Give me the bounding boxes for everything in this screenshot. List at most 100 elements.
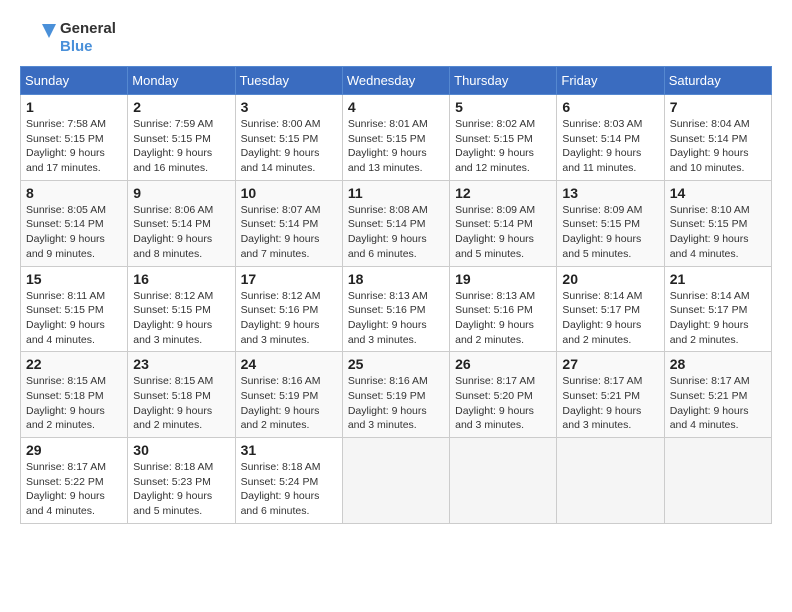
day-info: Sunrise: 8:16 AM Sunset: 5:19 PM Dayligh…: [241, 374, 337, 433]
day-number: 30: [133, 442, 229, 458]
calendar-week-row: 22 Sunrise: 8:15 AM Sunset: 5:18 PM Dayl…: [21, 352, 772, 438]
day-info: Sunrise: 7:59 AM Sunset: 5:15 PM Dayligh…: [133, 117, 229, 176]
calendar-day-cell: 26 Sunrise: 8:17 AM Sunset: 5:20 PM Dayl…: [450, 352, 557, 438]
calendar-day-cell: 6 Sunrise: 8:03 AM Sunset: 5:14 PM Dayli…: [557, 95, 664, 181]
day-number: 27: [562, 356, 658, 372]
day-info: Sunrise: 8:04 AM Sunset: 5:14 PM Dayligh…: [670, 117, 766, 176]
day-info: Sunrise: 8:01 AM Sunset: 5:15 PM Dayligh…: [348, 117, 444, 176]
calendar-day-cell: 2 Sunrise: 7:59 AM Sunset: 5:15 PM Dayli…: [128, 95, 235, 181]
calendar-day-cell: 14 Sunrise: 8:10 AM Sunset: 5:15 PM Dayl…: [664, 180, 771, 266]
calendar-week-row: 1 Sunrise: 7:58 AM Sunset: 5:15 PM Dayli…: [21, 95, 772, 181]
day-info: Sunrise: 8:18 AM Sunset: 5:24 PM Dayligh…: [241, 460, 337, 519]
day-number: 23: [133, 356, 229, 372]
day-number: 9: [133, 185, 229, 201]
calendar-week-row: 29 Sunrise: 8:17 AM Sunset: 5:22 PM Dayl…: [21, 438, 772, 524]
day-number: 18: [348, 271, 444, 287]
calendar-day-cell: 23 Sunrise: 8:15 AM Sunset: 5:18 PM Dayl…: [128, 352, 235, 438]
calendar-day-cell: 9 Sunrise: 8:06 AM Sunset: 5:14 PM Dayli…: [128, 180, 235, 266]
day-info: Sunrise: 8:05 AM Sunset: 5:14 PM Dayligh…: [26, 203, 122, 262]
calendar-table: SundayMondayTuesdayWednesdayThursdayFrid…: [20, 66, 772, 524]
weekday-header-row: SundayMondayTuesdayWednesdayThursdayFrid…: [21, 67, 772, 95]
calendar-day-cell: 31 Sunrise: 8:18 AM Sunset: 5:24 PM Dayl…: [235, 438, 342, 524]
day-number: 4: [348, 99, 444, 115]
day-number: 3: [241, 99, 337, 115]
calendar-week-row: 8 Sunrise: 8:05 AM Sunset: 5:14 PM Dayli…: [21, 180, 772, 266]
calendar-day-cell: 21 Sunrise: 8:14 AM Sunset: 5:17 PM Dayl…: [664, 266, 771, 352]
day-info: Sunrise: 8:15 AM Sunset: 5:18 PM Dayligh…: [133, 374, 229, 433]
calendar-day-cell: 1 Sunrise: 7:58 AM Sunset: 5:15 PM Dayli…: [21, 95, 128, 181]
calendar-week-row: 15 Sunrise: 8:11 AM Sunset: 5:15 PM Dayl…: [21, 266, 772, 352]
day-info: Sunrise: 8:13 AM Sunset: 5:16 PM Dayligh…: [455, 289, 551, 348]
day-number: 12: [455, 185, 551, 201]
day-number: 8: [26, 185, 122, 201]
day-number: 19: [455, 271, 551, 287]
weekday-header: Saturday: [664, 67, 771, 95]
calendar-day-cell: 12 Sunrise: 8:09 AM Sunset: 5:14 PM Dayl…: [450, 180, 557, 266]
calendar-day-cell: [557, 438, 664, 524]
day-info: Sunrise: 8:14 AM Sunset: 5:17 PM Dayligh…: [670, 289, 766, 348]
day-number: 5: [455, 99, 551, 115]
calendar-day-cell: 13 Sunrise: 8:09 AM Sunset: 5:15 PM Dayl…: [557, 180, 664, 266]
day-info: Sunrise: 8:02 AM Sunset: 5:15 PM Dayligh…: [455, 117, 551, 176]
day-info: Sunrise: 8:15 AM Sunset: 5:18 PM Dayligh…: [26, 374, 122, 433]
day-number: 1: [26, 99, 122, 115]
day-number: 25: [348, 356, 444, 372]
day-number: 10: [241, 185, 337, 201]
weekday-header: Friday: [557, 67, 664, 95]
day-number: 2: [133, 99, 229, 115]
day-info: Sunrise: 8:08 AM Sunset: 5:14 PM Dayligh…: [348, 203, 444, 262]
day-number: 28: [670, 356, 766, 372]
day-number: 13: [562, 185, 658, 201]
calendar-day-cell: 19 Sunrise: 8:13 AM Sunset: 5:16 PM Dayl…: [450, 266, 557, 352]
calendar-day-cell: 18 Sunrise: 8:13 AM Sunset: 5:16 PM Dayl…: [342, 266, 449, 352]
calendar-day-cell: 15 Sunrise: 8:11 AM Sunset: 5:15 PM Dayl…: [21, 266, 128, 352]
day-number: 16: [133, 271, 229, 287]
calendar-day-cell: 3 Sunrise: 8:00 AM Sunset: 5:15 PM Dayli…: [235, 95, 342, 181]
calendar-day-cell: [664, 438, 771, 524]
weekday-header: Monday: [128, 67, 235, 95]
day-number: 14: [670, 185, 766, 201]
day-info: Sunrise: 8:03 AM Sunset: 5:14 PM Dayligh…: [562, 117, 658, 176]
calendar-day-cell: 20 Sunrise: 8:14 AM Sunset: 5:17 PM Dayl…: [557, 266, 664, 352]
page-header: General Blue: [20, 20, 772, 56]
weekday-header: Sunday: [21, 67, 128, 95]
calendar-day-cell: 25 Sunrise: 8:16 AM Sunset: 5:19 PM Dayl…: [342, 352, 449, 438]
day-info: Sunrise: 8:06 AM Sunset: 5:14 PM Dayligh…: [133, 203, 229, 262]
day-number: 6: [562, 99, 658, 115]
day-number: 11: [348, 185, 444, 201]
logo-icon: [20, 20, 56, 56]
day-number: 20: [562, 271, 658, 287]
logo-blue: Blue: [60, 38, 116, 56]
calendar-day-cell: 16 Sunrise: 8:12 AM Sunset: 5:15 PM Dayl…: [128, 266, 235, 352]
calendar-day-cell: 28 Sunrise: 8:17 AM Sunset: 5:21 PM Dayl…: [664, 352, 771, 438]
day-number: 29: [26, 442, 122, 458]
day-number: 15: [26, 271, 122, 287]
calendar-day-cell: 8 Sunrise: 8:05 AM Sunset: 5:14 PM Dayli…: [21, 180, 128, 266]
day-info: Sunrise: 8:17 AM Sunset: 5:22 PM Dayligh…: [26, 460, 122, 519]
day-info: Sunrise: 8:00 AM Sunset: 5:15 PM Dayligh…: [241, 117, 337, 176]
calendar-day-cell: 7 Sunrise: 8:04 AM Sunset: 5:14 PM Dayli…: [664, 95, 771, 181]
day-info: Sunrise: 8:12 AM Sunset: 5:15 PM Dayligh…: [133, 289, 229, 348]
calendar-day-cell: 5 Sunrise: 8:02 AM Sunset: 5:15 PM Dayli…: [450, 95, 557, 181]
day-info: Sunrise: 8:09 AM Sunset: 5:15 PM Dayligh…: [562, 203, 658, 262]
calendar-day-cell: 24 Sunrise: 8:16 AM Sunset: 5:19 PM Dayl…: [235, 352, 342, 438]
day-info: Sunrise: 8:18 AM Sunset: 5:23 PM Dayligh…: [133, 460, 229, 519]
weekday-header: Wednesday: [342, 67, 449, 95]
day-number: 17: [241, 271, 337, 287]
calendar-day-cell: 29 Sunrise: 8:17 AM Sunset: 5:22 PM Dayl…: [21, 438, 128, 524]
logo-general: General: [60, 20, 116, 38]
calendar-day-cell: 11 Sunrise: 8:08 AM Sunset: 5:14 PM Dayl…: [342, 180, 449, 266]
day-info: Sunrise: 8:10 AM Sunset: 5:15 PM Dayligh…: [670, 203, 766, 262]
day-info: Sunrise: 8:17 AM Sunset: 5:20 PM Dayligh…: [455, 374, 551, 433]
calendar-day-cell: 27 Sunrise: 8:17 AM Sunset: 5:21 PM Dayl…: [557, 352, 664, 438]
logo: General Blue: [20, 20, 116, 56]
calendar-day-cell: 22 Sunrise: 8:15 AM Sunset: 5:18 PM Dayl…: [21, 352, 128, 438]
day-info: Sunrise: 7:58 AM Sunset: 5:15 PM Dayligh…: [26, 117, 122, 176]
day-number: 7: [670, 99, 766, 115]
calendar-day-cell: [342, 438, 449, 524]
day-info: Sunrise: 8:16 AM Sunset: 5:19 PM Dayligh…: [348, 374, 444, 433]
day-number: 24: [241, 356, 337, 372]
day-number: 26: [455, 356, 551, 372]
day-info: Sunrise: 8:14 AM Sunset: 5:17 PM Dayligh…: [562, 289, 658, 348]
calendar-day-cell: 4 Sunrise: 8:01 AM Sunset: 5:15 PM Dayli…: [342, 95, 449, 181]
